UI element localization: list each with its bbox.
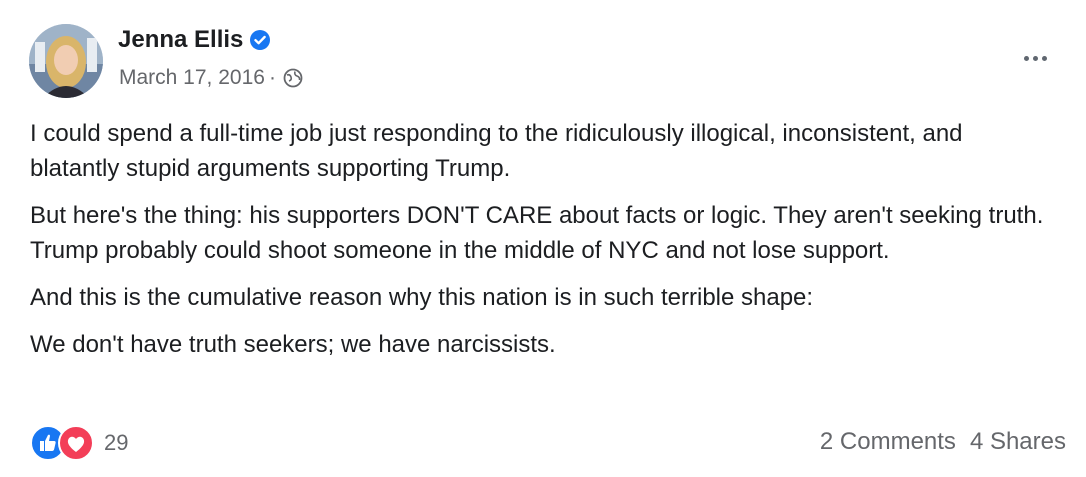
author-name-row: Jenna Ellis <box>118 26 271 54</box>
comments-link[interactable]: 2 Comments <box>820 428 956 456</box>
post-paragraph: We don't have truth seekers; we have nar… <box>30 331 556 358</box>
avatar-image <box>29 24 103 98</box>
love-icon <box>58 425 94 461</box>
facebook-post: Jenna Ellis March 17, 2016 · I could spe… <box>0 0 1086 477</box>
more-dot <box>1032 55 1038 61</box>
engagement-stats: 2 Comments 4 Shares <box>820 428 1066 456</box>
shares-link[interactable]: 4 Shares <box>970 428 1066 456</box>
avatar[interactable] <box>29 24 103 98</box>
post-paragraph: I could spend a full-time job just respo… <box>30 120 963 182</box>
more-dot <box>1023 55 1029 61</box>
globe-icon[interactable] <box>283 68 303 88</box>
author-name[interactable]: Jenna Ellis <box>118 26 243 54</box>
post-paragraph: But here's the thing: his supporters DON… <box>30 202 1044 264</box>
meta-separator: · <box>268 66 276 89</box>
more-dot <box>1041 55 1047 61</box>
reactions-summary[interactable]: 29 <box>30 425 128 461</box>
more-options-icon[interactable] <box>1018 50 1052 66</box>
post-body: I could spend a full-time job just respo… <box>30 116 1050 374</box>
post-date[interactable]: March 17, 2016 <box>119 66 265 90</box>
verified-badge-icon <box>249 29 271 51</box>
post-paragraph: And this is the cumulative reason why th… <box>30 284 814 311</box>
post-meta: March 17, 2016 · <box>119 66 303 90</box>
reaction-count: 29 <box>104 430 129 455</box>
